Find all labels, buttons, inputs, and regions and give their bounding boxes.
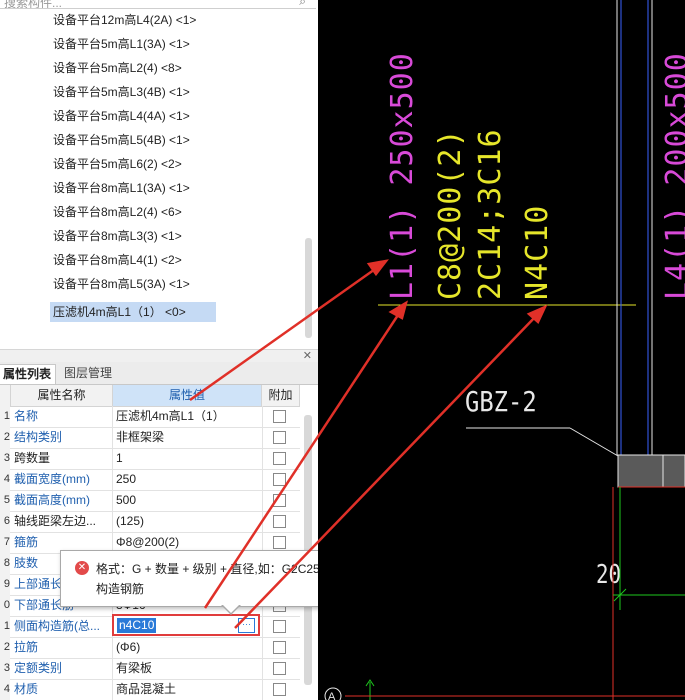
cad-canvas[interactable] (318, 0, 685, 700)
row-number: 3 (0, 448, 10, 469)
property-name: 侧面构造筋(总... (14, 616, 113, 637)
tree-item[interactable]: 设备平台12m高L4(2A) <1> (50, 10, 199, 30)
property-value[interactable]: (Φ6) (114, 637, 263, 658)
component-tree: 设备平台12m高L4(2A) <1> 设备平台5m高L1(3A) <1> 设备平… (0, 8, 312, 344)
row-number: 5 (0, 490, 10, 511)
row-number: 4 (0, 679, 10, 700)
property-value[interactable]: 500 (114, 490, 263, 511)
tree-item[interactable]: 设备平台8m高L5(3A) <1> (50, 274, 193, 294)
tab-layers[interactable]: 图层管理 (60, 364, 116, 383)
close-icon[interactable]: ✕ (303, 349, 312, 362)
header-extra: 附加 (262, 385, 300, 407)
tree-item[interactable]: 设备平台8m高L2(4) <6> (50, 202, 185, 222)
cad-top-bars[interactable]: 2C14;3C16 (473, 128, 508, 300)
tree-item[interactable]: 设备平台8m高L3(3) <1> (50, 226, 185, 246)
tree-scrollbar[interactable] (305, 238, 312, 338)
extra-checkbox[interactable] (273, 662, 286, 675)
tree-item[interactable]: 设备平台5m高L2(4) <8> (50, 58, 185, 78)
tree-item[interactable]: 设备平台8m高L1(3A) <1> (50, 178, 193, 198)
cad-stirrup[interactable]: C8@200(2) (433, 128, 468, 300)
extra-checkbox[interactable] (273, 620, 286, 633)
property-value[interactable]: 250 (114, 469, 263, 490)
table-row: 5 截面高度(mm) 500 (0, 490, 300, 512)
property-value[interactable]: 非框架梁 (114, 427, 263, 448)
property-value[interactable]: 有梁板 (114, 658, 263, 679)
tooltip-message: 格式：G + 数量 + 级别 + 直径,如：G2C25,表示从首跨到尾跨的构造钢… (96, 562, 318, 596)
tree-item[interactable]: 设备平台5m高L6(2) <2> (50, 154, 185, 174)
table-row: 2 结构类别 非框架梁 (0, 427, 300, 449)
row-number: 8 (0, 553, 10, 574)
property-name: 结构类别 (14, 427, 113, 448)
extra-checkbox[interactable] (273, 683, 286, 696)
tooltip-pointer-fill (222, 604, 240, 613)
table-row: 4 材质 商品混凝土 (0, 679, 300, 700)
header-value: 属性值 (113, 385, 262, 407)
property-name: 截面高度(mm) (14, 490, 113, 511)
property-value[interactable]: (125) (114, 511, 263, 532)
property-name: 跨数量 (14, 448, 113, 469)
row-number: 7 (0, 532, 10, 553)
side-bars-input-value[interactable]: n4C10 (117, 618, 157, 633)
table-row: 2 拉筋 (Φ6) (0, 637, 300, 659)
property-value[interactable]: 压滤机4m高L1（1） (114, 406, 263, 427)
extra-checkbox[interactable] (273, 431, 286, 444)
property-name: 截面宽度(mm) (14, 469, 113, 490)
tree-item-selected[interactable]: 压滤机4m高L1（1） <0> (50, 302, 216, 322)
extra-checkbox[interactable] (273, 515, 286, 528)
tree-item[interactable]: 设备平台5m高L3(4B) <1> (50, 82, 193, 102)
property-name: 定额类别 (14, 658, 113, 679)
row-number: 6 (0, 511, 10, 532)
cad-beam-name[interactable]: L1(1) 250x500 (385, 52, 420, 300)
row-number: 4 (0, 469, 10, 490)
row-number: 9 (0, 574, 10, 595)
table-row: 4 截面宽度(mm) 250 (0, 469, 300, 491)
extra-checkbox[interactable] (273, 641, 286, 654)
extra-checkbox[interactable] (273, 536, 286, 549)
header-name: 属性名称 (11, 385, 113, 407)
cad-column-label[interactable]: GBZ-2 (465, 385, 537, 418)
extra-checkbox[interactable] (273, 473, 286, 486)
extra-checkbox[interactable] (273, 410, 286, 423)
cad-other-beam[interactable]: L4(1) 200x500 (660, 52, 685, 300)
row-number: 2 (0, 427, 10, 448)
extra-checkbox[interactable] (273, 494, 286, 507)
cad-side-bars[interactable]: N4C10 (520, 205, 555, 300)
side-bars-edit-field[interactable]: n4C10 ··· (112, 614, 260, 636)
row-number: 1 (0, 616, 10, 637)
table-row: 3 跨数量 1 (0, 448, 300, 470)
cad-dimension-label[interactable]: 20 (596, 560, 621, 590)
extra-checkbox[interactable] (273, 452, 286, 465)
tree-item[interactable]: 设备平台5m高L5(4B) <1> (50, 130, 193, 150)
tree-item[interactable]: 设备平台5m高L1(3A) <1> (50, 34, 193, 54)
property-name: 材质 (14, 679, 113, 700)
tree-item[interactable]: 设备平台8m高L4(1) <2> (50, 250, 185, 270)
header-index (0, 385, 11, 407)
row-number: 2 (0, 637, 10, 658)
row-number: 3 (0, 658, 10, 679)
properties-panel: 搜索构件... ⌕ 设备平台12m高L4(2A) <1> 设备平台5m高L1(3… (0, 0, 318, 700)
validation-tooltip: ✕ 格式：G + 数量 + 级别 + 直径,如：G2C25,表示从首跨到尾跨的构… (60, 550, 318, 615)
table-row: 3 定额类别 有梁板 (0, 658, 300, 680)
tree-item[interactable]: 设备平台5m高L4(4A) <1> (50, 106, 193, 126)
row-number: 1 (0, 406, 10, 427)
row-number: 0 (0, 595, 10, 616)
property-value[interactable]: 商品混凝土 (114, 679, 263, 700)
ellipsis-button[interactable]: ··· (238, 618, 255, 633)
property-name: 名称 (14, 406, 113, 427)
property-name: 拉筋 (14, 637, 113, 658)
property-value[interactable]: 1 (114, 448, 263, 469)
panel-tabs: 属性列表 图层管理 (0, 362, 318, 385)
table-row: 6 轴线距梁左边... (125) (0, 511, 300, 533)
table-row: 1 名称 压滤机4m高L1（1） (0, 406, 300, 428)
property-name: 轴线距梁左边... (14, 511, 113, 532)
tab-properties[interactable]: 属性列表 (0, 364, 57, 384)
panel-splitter[interactable]: ✕ (0, 349, 318, 362)
error-icon: ✕ (75, 561, 89, 575)
